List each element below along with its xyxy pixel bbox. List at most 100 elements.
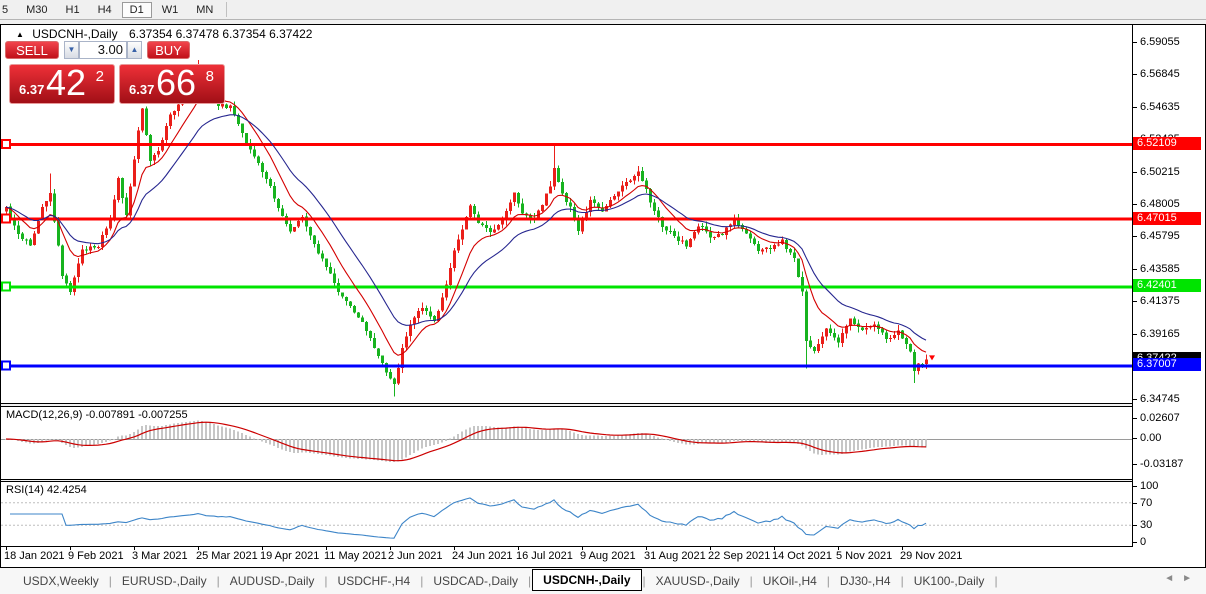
price-tick-label: 6.45795 <box>1140 230 1180 242</box>
tab-separator: | <box>901 574 904 588</box>
rsi-label: RSI(14) 42.4254 <box>6 484 87 496</box>
axis-tick <box>1133 438 1137 439</box>
tab-eurusd-daily[interactable]: EURUSD-,Daily <box>113 570 216 592</box>
axis-tick <box>1133 107 1137 108</box>
axis-tick <box>1133 334 1137 335</box>
axis-tick <box>1133 418 1137 419</box>
buy-price-box[interactable]: 6.37 66 8 <box>119 64 225 104</box>
tab-xauusd-daily[interactable]: XAUUSD-,Daily <box>647 570 749 592</box>
price-tick-label: 6.56845 <box>1140 68 1180 80</box>
date-label: 19 Apr 2021 <box>260 550 319 562</box>
volume-input[interactable]: 3.00 <box>79 41 127 59</box>
tab-usdx-weekly[interactable]: USDX,Weekly <box>14 570 108 592</box>
rsi-indicator-canvas[interactable] <box>1 482 1132 546</box>
date-label: 16 Jul 2021 <box>516 550 573 562</box>
main-pane-border <box>0 403 1206 404</box>
axis-tick <box>1133 172 1137 173</box>
tab-separator: | <box>217 574 220 588</box>
date-label: 5 Nov 2021 <box>836 550 892 562</box>
buy-price-pip: 8 <box>206 68 214 85</box>
date-label: 9 Feb 2021 <box>68 550 124 562</box>
chart-title: ▲ USDCNH-,Daily 6.37354 6.37478 6.37354 … <box>16 27 312 41</box>
axis-tick <box>1133 486 1137 487</box>
buy-price-main: 66 <box>156 62 196 104</box>
macd-tick-label: -0.03187 <box>1140 458 1183 470</box>
tab-dj30-h4[interactable]: DJ30-,H4 <box>831 570 900 592</box>
tab-separator: | <box>109 574 112 588</box>
symbol-period-label: USDCNH-,Daily <box>32 27 117 41</box>
trading-terminal: 5M30H1H4D1W1MN ▲ USDCNH-,Daily 6.37354 6… <box>0 0 1206 594</box>
price-tag: 6.42401 <box>1133 279 1201 292</box>
collapse-triangle-icon[interactable]: ▲ <box>16 30 24 39</box>
axis-tick <box>1133 269 1137 270</box>
tab-ukoil-h4[interactable]: UKOil-,H4 <box>754 570 826 592</box>
axis-tick <box>1133 464 1137 465</box>
price-tick-label: 6.59055 <box>1140 36 1180 48</box>
tab-separator: | <box>324 574 327 588</box>
price-tag: 6.47015 <box>1133 212 1201 225</box>
sell-price-prefix: 6.37 <box>19 82 44 97</box>
sell-price-pip: 2 <box>96 68 104 85</box>
axis-tick <box>1133 236 1137 237</box>
axis-tick <box>1133 542 1137 543</box>
tab-scroll-right-icon[interactable]: ► <box>1182 573 1200 584</box>
buy-button[interactable]: BUY <box>147 41 190 59</box>
timeframe-button-d1[interactable]: D1 <box>122 2 152 18</box>
price-tick-label: 6.43585 <box>1140 263 1180 275</box>
sell-button[interactable]: SELL <box>5 41 59 59</box>
tab-separator: | <box>827 574 830 588</box>
tab-usdchf-h4[interactable]: USDCHF-,H4 <box>329 570 420 592</box>
price-tick-label: 6.50215 <box>1140 166 1180 178</box>
macd-label: MACD(12,26,9) -0.007891 -0.007255 <box>6 409 188 421</box>
date-label: 9 Aug 2021 <box>580 550 636 562</box>
tab-separator: | <box>420 574 423 588</box>
rsi-tick-label: 30 <box>1140 519 1152 531</box>
ohlc-readout: 6.37354 6.37478 6.37354 6.37422 <box>129 27 313 41</box>
rsi-tick-label: 0 <box>1140 536 1146 548</box>
rsi-tick-label: 100 <box>1140 480 1158 492</box>
tab-scroll-arrows[interactable]: ◄► <box>1164 573 1200 584</box>
timeframe-button-mn[interactable]: MN <box>188 2 221 18</box>
date-label: 11 May 2021 <box>324 550 387 562</box>
date-label: 3 Mar 2021 <box>132 550 188 562</box>
buy-price-prefix: 6.37 <box>129 82 154 97</box>
sell-price-main: 42 <box>46 62 86 104</box>
volume-increase-button[interactable]: ▲ <box>127 41 142 59</box>
tab-audusd-daily[interactable]: AUDUSD-,Daily <box>221 570 324 592</box>
tab-scroll-left-icon[interactable]: ◄ <box>1164 573 1182 584</box>
axis-tick <box>1133 525 1137 526</box>
axis-tick <box>1133 204 1137 205</box>
sell-price-box[interactable]: 6.37 42 2 <box>9 64 115 104</box>
timeframe-button-5[interactable]: 5 <box>0 2 16 18</box>
date-label: 2 Jun 2021 <box>388 550 442 562</box>
tab-usdcnh-daily[interactable]: USDCNH-,Daily <box>532 569 641 591</box>
timeframe-button-h1[interactable]: H1 <box>58 2 88 18</box>
price-tick-label: 6.41375 <box>1140 295 1180 307</box>
tab-separator: | <box>528 574 531 588</box>
price-tick-label: 6.34745 <box>1140 393 1180 405</box>
macd-tick-label: 0.02607 <box>1140 412 1180 424</box>
macd-tick-label: 0.00 <box>1140 432 1161 444</box>
timeframe-button-m30[interactable]: M30 <box>18 2 55 18</box>
volume-decrease-button[interactable]: ▼ <box>64 41 79 59</box>
symbol-tabbar: USDX,Weekly|EURUSD-,Daily|AUDUSD-,Daily|… <box>0 568 1206 594</box>
macd-pane-border-bottom <box>0 479 1206 480</box>
date-label: 25 Mar 2021 <box>196 550 258 562</box>
one-click-trade-panel: SELL ▼ 3.00 ▲ BUY 6.37 42 2 6.37 66 8 <box>5 41 229 104</box>
toolbar-separator <box>226 2 227 17</box>
axis-tick <box>1133 399 1137 400</box>
tab-usdcad-daily[interactable]: USDCAD-,Daily <box>424 570 527 592</box>
timeframe-button-h4[interactable]: H4 <box>90 2 120 18</box>
timeframe-button-w1[interactable]: W1 <box>154 2 187 18</box>
axis-tick <box>1133 42 1137 43</box>
date-label: 29 Nov 2021 <box>900 550 962 562</box>
tab-separator: | <box>643 574 646 588</box>
axis-tick <box>1133 74 1137 75</box>
date-label: 22 Sep 2021 <box>708 550 770 562</box>
axis-tick <box>1133 301 1137 302</box>
axis-tick <box>1133 503 1137 504</box>
tab-separator: | <box>994 574 997 588</box>
price-tick-label: 6.54635 <box>1140 101 1180 113</box>
tab-uk100-daily[interactable]: UK100-,Daily <box>905 570 994 592</box>
rsi-tick-label: 70 <box>1140 497 1152 509</box>
